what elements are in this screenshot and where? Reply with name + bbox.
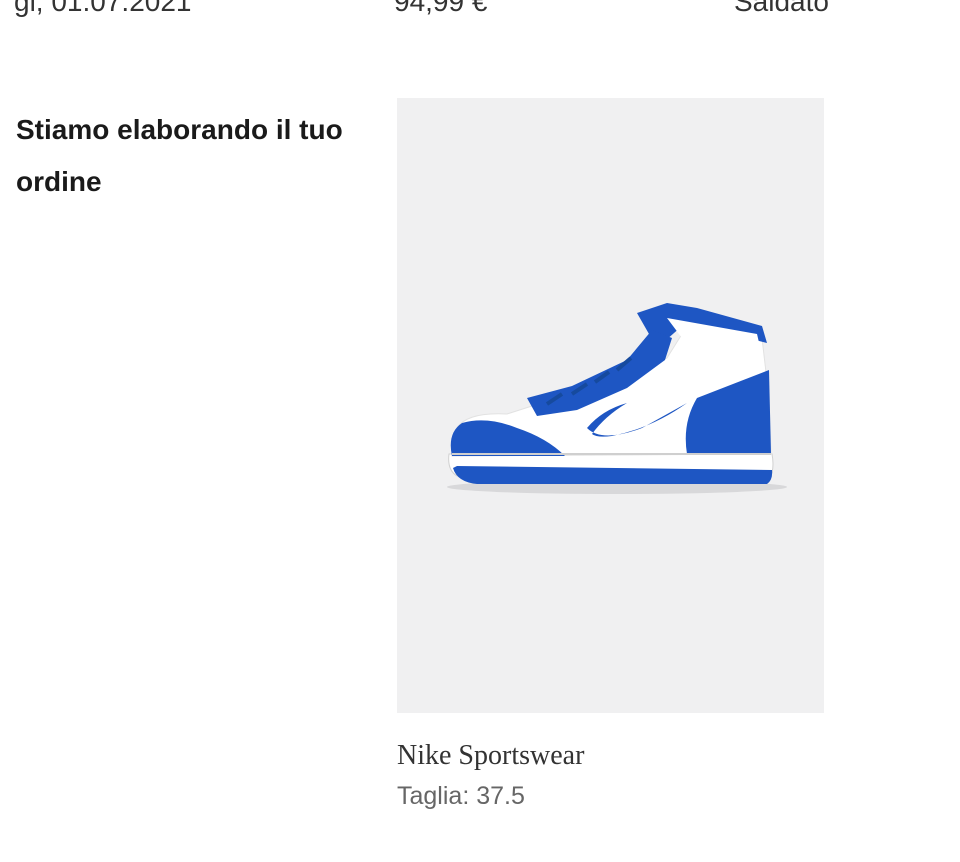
product-size: Taglia: 37.5: [397, 782, 525, 810]
order-price: 94,99 €: [394, 0, 488, 17]
product-card[interactable]: Nike Sportswear Taglia: 37.5: [397, 98, 824, 811]
sneaker-image: [447, 303, 787, 494]
product-image[interactable]: [397, 98, 824, 713]
product-brand[interactable]: Nike Sportswear: [397, 739, 824, 773]
order-status-heading: Stiamo elaborando il tuo ordine: [16, 114, 343, 197]
payment-status: Saldato: [734, 0, 829, 17]
order-date: gi, 01.07.2021: [14, 0, 192, 17]
order-summary-row: gi, 01.07.2021 94,99 € Saldato: [0, 0, 960, 17]
